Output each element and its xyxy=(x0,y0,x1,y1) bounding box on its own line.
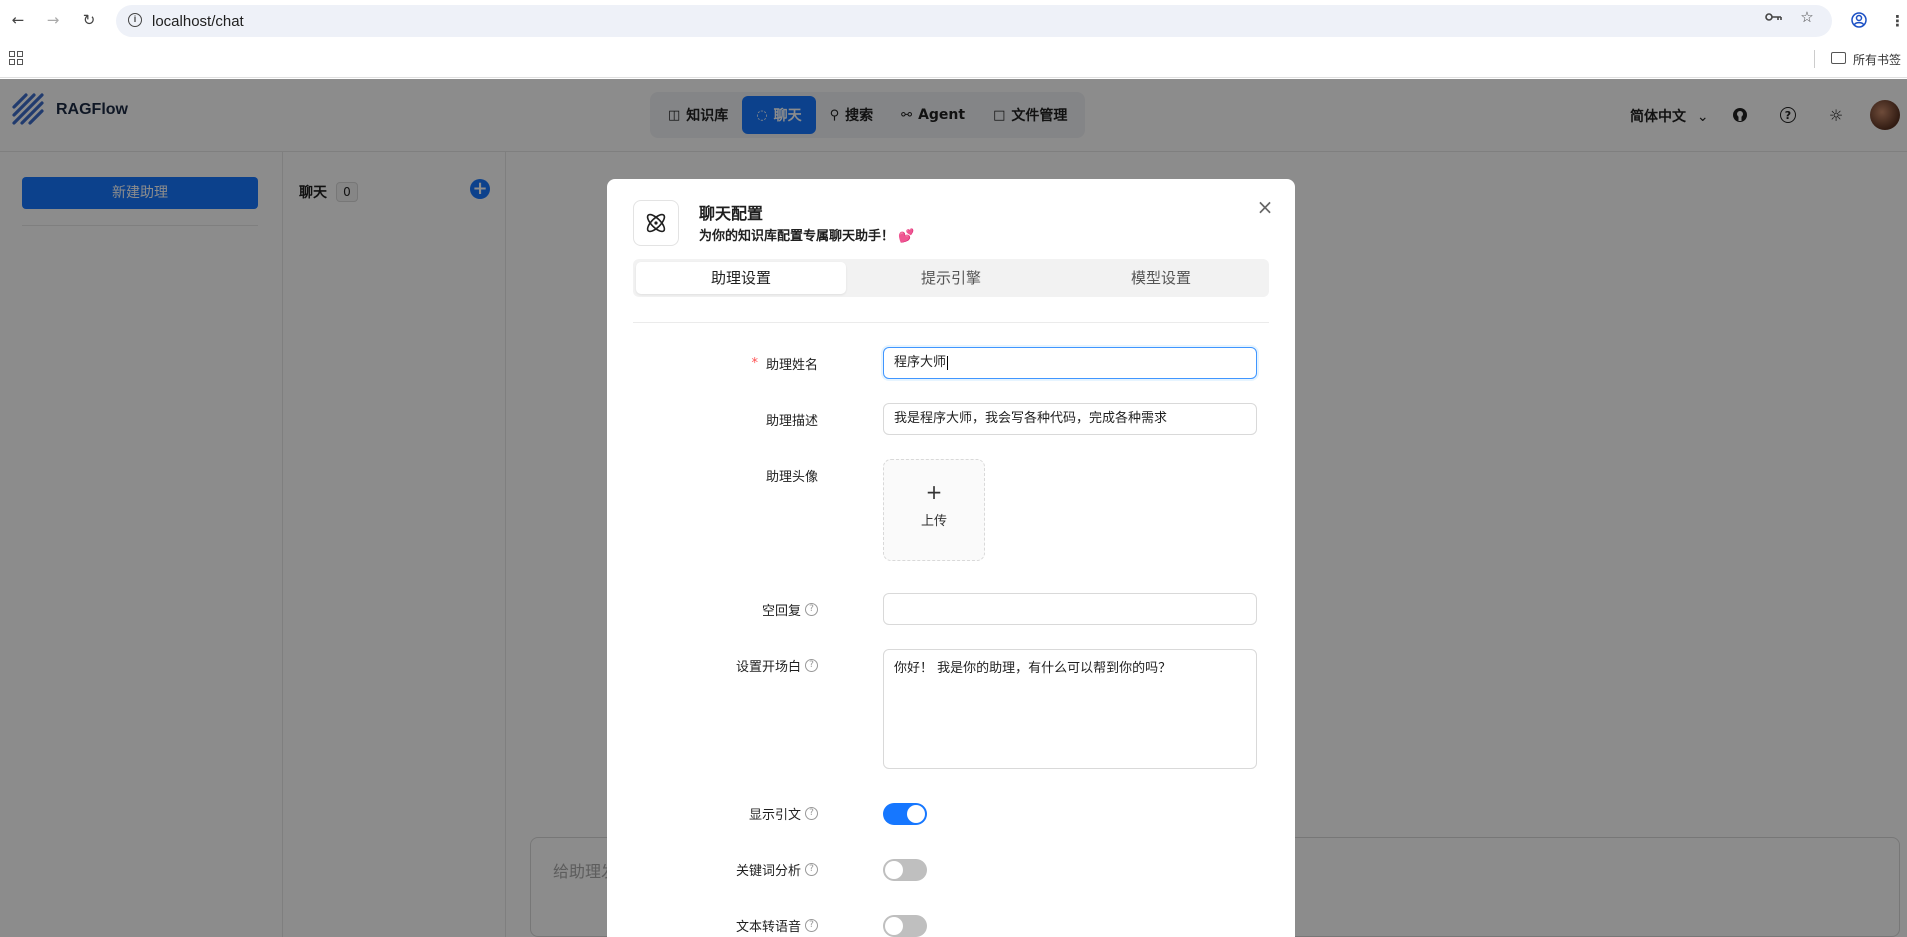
assistant-description-label: 助理描述 xyxy=(766,403,818,435)
modal-title: 聊天配置 xyxy=(699,204,764,223)
question-icon[interactable]: ? xyxy=(805,918,818,932)
heart-emoji-icon: 💕 xyxy=(898,229,915,244)
upload-label: 上传 xyxy=(920,514,947,529)
chat-config-modal: 聊天配置 为你的知识库配置专属聊天助手！ 💕 × 助理设置 提示引擎 模型设置 *… xyxy=(607,179,1295,937)
question-icon[interactable]: ? xyxy=(805,658,818,672)
url-text: localhost/chat xyxy=(152,12,244,30)
atom-icon xyxy=(633,200,679,246)
modal-divider xyxy=(633,322,1269,323)
tab-assistant-settings[interactable]: 助理设置 xyxy=(636,262,846,294)
url-bar[interactable]: i localhost/chat xyxy=(116,5,1832,37)
assistant-description-input[interactable]: 我是程序大师，我会写各种代码，完成各种需求 xyxy=(883,403,1257,435)
empty-reply-input[interactable] xyxy=(883,593,1257,625)
tab-model-settings[interactable]: 模型设置 xyxy=(1056,262,1266,294)
modal-subtitle: 为你的知识库配置专属聊天助手！ 💕 xyxy=(699,225,914,244)
tts-label: 文本转语音? xyxy=(736,909,818,937)
opener-textarea[interactable]: 你好！ 我是你的助理，有什么可以帮到你的吗？ xyxy=(883,649,1257,769)
keyword-analysis-toggle[interactable] xyxy=(883,859,927,881)
question-icon[interactable]: ? xyxy=(805,862,818,876)
config-tabs: 助理设置 提示引擎 模型设置 xyxy=(633,259,1269,297)
empty-reply-label: 空回复? xyxy=(762,593,818,625)
label-text: 关键词分析 xyxy=(735,863,801,879)
keyword-analysis-label: 关键词分析? xyxy=(736,853,818,885)
profile-icon[interactable] xyxy=(1851,12,1867,32)
close-icon[interactable]: × xyxy=(1255,197,1275,217)
back-icon[interactable]: ← xyxy=(9,11,27,29)
plus-icon: + xyxy=(925,480,943,504)
show-quote-label: 显示引文? xyxy=(749,797,818,829)
question-icon[interactable]: ? xyxy=(805,602,818,616)
label-text: 文本转语音 xyxy=(735,919,801,935)
label-text: 助理描述 xyxy=(765,413,818,429)
opener-label: 设置开场白? xyxy=(736,649,818,681)
show-quote-toggle[interactable] xyxy=(883,803,927,825)
assistant-name-label: * 助理姓名 xyxy=(751,347,818,379)
required-asterisk: * xyxy=(751,355,758,371)
label-text: 助理头像 xyxy=(765,469,818,485)
all-bookmarks-label[interactable]: 所有书签 xyxy=(1853,51,1901,68)
assistant-name-input[interactable]: 程序大师 xyxy=(883,347,1257,379)
tab-prompt-engine[interactable]: 提示引擎 xyxy=(846,262,1056,294)
folder-icon[interactable] xyxy=(1831,52,1846,64)
bookmarks-bar: 所有书签 xyxy=(0,42,1907,78)
label-text: 设置开场白 xyxy=(735,659,801,675)
bookmark-star-icon[interactable]: ☆ xyxy=(1798,8,1816,26)
label-text: 显示引文 xyxy=(748,807,801,823)
key-icon[interactable] xyxy=(1765,8,1783,26)
forward-icon[interactable]: → xyxy=(44,11,62,29)
tts-toggle[interactable] xyxy=(883,915,927,937)
browser-toolbar: ← → ↻ i localhost/chat ☆ ⋮ xyxy=(0,0,1907,42)
bookmarks-divider xyxy=(1814,50,1815,68)
assistant-avatar-label: 助理头像 xyxy=(766,459,818,491)
question-icon[interactable]: ? xyxy=(805,806,818,820)
modal-subtitle-text: 为你的知识库配置专属聊天助手！ xyxy=(699,229,895,244)
label-text: 空回复 xyxy=(761,603,801,619)
text-caret xyxy=(947,355,949,370)
toggle-knob xyxy=(885,861,903,879)
avatar-upload-button[interactable]: + 上传 xyxy=(883,459,985,561)
apps-icon[interactable] xyxy=(9,51,23,65)
reload-icon[interactable]: ↻ xyxy=(80,11,98,29)
toggle-knob xyxy=(885,917,903,935)
input-value: 程序大师 xyxy=(894,355,947,370)
toggle-knob xyxy=(907,805,925,823)
label-text: 助理姓名 xyxy=(765,357,818,373)
site-info-icon[interactable]: i xyxy=(128,13,142,27)
menu-dots-icon[interactable]: ⋮ xyxy=(1890,12,1905,30)
